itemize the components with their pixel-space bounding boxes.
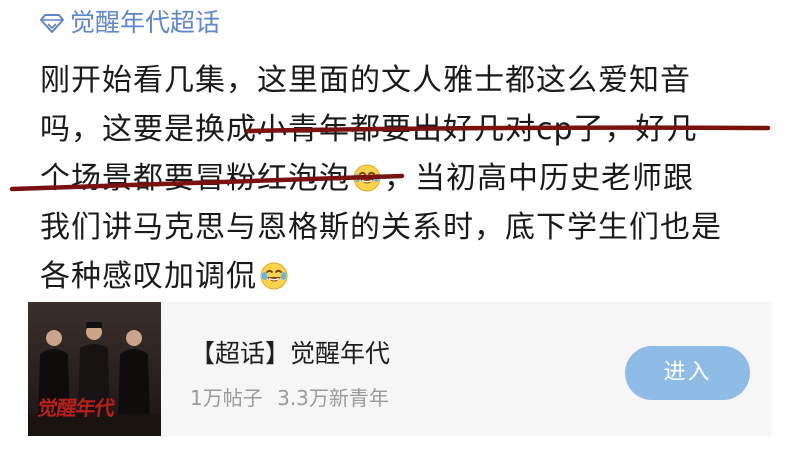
post-line-segment: 各种感叹加调侃 bbox=[40, 259, 257, 294]
card-stats: 1万帖子 3.3万新青年 bbox=[190, 382, 389, 411]
post-line-with-emoji: 个场景都要冒粉红泡泡 ，当初高中历史老师跟 bbox=[40, 154, 780, 203]
laugh-cry-emoji-icon bbox=[260, 262, 288, 290]
topic-tag-label: 觉醒年代超话 bbox=[70, 8, 221, 37]
topic-card[interactable]: 觉醒年代 【超话】觉醒年代 1万帖子 3.3万新青年 进入 bbox=[28, 302, 772, 436]
post-line-segment: ，当初高中历史老师跟 bbox=[384, 161, 694, 196]
weibo-post: 觉醒年代超话 刚开始看几集，这里面的文人雅士都这么爱知音 吗，这要是换成小青年都… bbox=[0, 0, 800, 450]
poster-image: 觉醒年代 bbox=[28, 302, 161, 436]
post-line: 吗，这要是换成小青年都要出好几对cp了，好几 bbox=[40, 112, 698, 147]
enter-button[interactable]: 进入 bbox=[625, 346, 750, 400]
post-count: 1万帖子 bbox=[190, 386, 263, 410]
post-line-segment: 个场景都要冒粉红泡泡 bbox=[40, 161, 350, 196]
laugh-cry-emoji-icon bbox=[353, 164, 381, 192]
card-title: 【超话】觉醒年代 bbox=[190, 339, 391, 368]
diamond-icon bbox=[40, 14, 64, 33]
poster-title: 觉醒年代 bbox=[36, 396, 116, 420]
member-count: 3.3万新青年 bbox=[277, 386, 389, 410]
post-line: 刚开始看几集，这里面的文人雅士都这么爱知音 bbox=[40, 63, 691, 98]
topic-tag-link[interactable]: 觉醒年代超话 bbox=[40, 8, 220, 38]
post-text: 刚开始看几集，这里面的文人雅士都这么爱知音 吗，这要是换成小青年都要出好几对cp… bbox=[40, 56, 780, 301]
post-line: 我们讲马克思与恩格斯的关系时，底下学生们也是 bbox=[40, 210, 722, 245]
post-line-with-emoji: 各种感叹加调侃 bbox=[40, 252, 780, 301]
